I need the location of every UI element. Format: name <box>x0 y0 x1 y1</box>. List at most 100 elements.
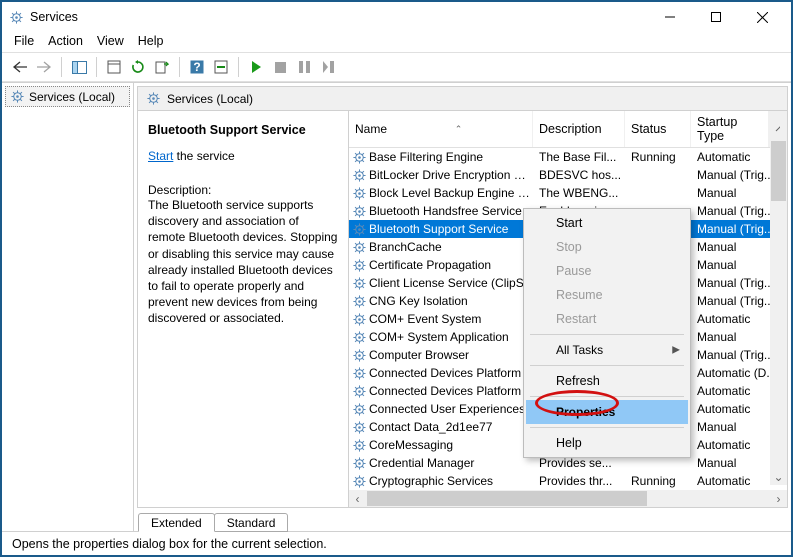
service-desc: Provides se... <box>533 456 625 470</box>
scroll-left-icon[interactable]: ‹ <box>349 490 366 507</box>
close-button[interactable] <box>739 3 785 31</box>
scroll-right-icon[interactable]: › <box>770 490 787 507</box>
gear-icon <box>349 438 367 453</box>
start-service-link[interactable]: Start <box>148 149 173 163</box>
content-area: Services (Local) Services (Local) Blueto… <box>2 82 791 531</box>
sort-asc-icon: ⌃ <box>391 124 526 135</box>
gear-icon <box>349 276 367 291</box>
service-name: CNG Key Isolation <box>367 294 533 308</box>
gear-icon <box>349 384 367 399</box>
ctx-refresh[interactable]: Refresh <box>526 369 688 393</box>
gear-icon <box>349 366 367 381</box>
menu-bar: File Action View Help <box>2 32 791 52</box>
vertical-scrollbar[interactable]: ⌄ <box>770 137 787 485</box>
pause-service-button[interactable] <box>292 55 316 79</box>
menu-action[interactable]: Action <box>48 34 83 48</box>
ctx-resume: Resume <box>526 283 688 307</box>
menu-help[interactable]: Help <box>138 34 164 48</box>
service-row[interactable]: Cryptographic ServicesProvides thr...Run… <box>349 472 787 490</box>
view-tabs: Extended Standard <box>134 511 791 532</box>
gear-icon <box>349 456 367 471</box>
horizontal-scrollbar[interactable]: ‹ › <box>349 490 787 507</box>
main-header-title: Services (Local) <box>167 92 253 106</box>
service-name: CoreMessaging <box>367 438 533 452</box>
description-text: The Bluetooth service supports discovery… <box>148 197 338 327</box>
title-bar: Services <box>2 2 791 32</box>
start-service-button[interactable] <box>244 55 268 79</box>
gear-icon <box>349 222 367 237</box>
description-pane: Bluetooth Support Service Start the serv… <box>138 111 348 507</box>
back-button[interactable] <box>8 55 32 79</box>
submenu-arrow-icon: ▶ <box>672 345 680 356</box>
gear-icon <box>349 258 367 273</box>
refresh-toolbar-button[interactable] <box>126 55 150 79</box>
col-description[interactable]: Description <box>533 111 625 147</box>
col-status[interactable]: Status <box>625 111 691 147</box>
service-row[interactable]: BitLocker Drive Encryption Se...BDESVC h… <box>349 166 787 184</box>
start-suffix: the service <box>173 149 234 163</box>
service-name: Connected Devices Platform <box>367 384 533 398</box>
ctx-pause: Pause <box>526 259 688 283</box>
service-name: Bluetooth Handsfree Service <box>367 204 533 218</box>
maximize-button[interactable] <box>693 3 739 31</box>
service-row[interactable]: Base Filtering EngineThe Base Fil...Runn… <box>349 148 787 166</box>
gear-icon <box>349 330 367 345</box>
scroll-down-icon[interactable]: ⌄ <box>770 468 787 485</box>
gear-icon <box>349 312 367 327</box>
tab-standard[interactable]: Standard <box>214 513 289 532</box>
gear-icon <box>349 168 367 183</box>
service-name: Connected User Experiences <box>367 402 533 416</box>
col-name[interactable]: Name⌃ <box>349 111 533 147</box>
tree-root-item[interactable]: Services (Local) <box>5 86 130 107</box>
ctx-properties[interactable]: Properties <box>526 400 688 424</box>
restart-service-button[interactable] <box>316 55 340 79</box>
service-name: COM+ Event System <box>367 312 533 326</box>
service-name: Certificate Propagation <box>367 258 533 272</box>
description-label: Description: <box>148 183 338 197</box>
ctx-stop: Stop <box>526 235 688 259</box>
service-desc: Provides thr... <box>533 474 625 488</box>
status-bar: Opens the properties dialog box for the … <box>2 531 791 555</box>
vscroll-thumb[interactable] <box>771 141 786 201</box>
service-list: Name⌃ Description Status Startup Type Ba… <box>348 111 787 507</box>
gear-icon <box>349 204 367 219</box>
menu-file[interactable]: File <box>14 34 34 48</box>
gear-icon <box>349 474 367 489</box>
ctx-help[interactable]: Help <box>526 431 688 455</box>
export-list-button[interactable] <box>150 55 174 79</box>
service-name: BranchCache <box>367 240 533 254</box>
svg-text:?: ? <box>193 60 200 74</box>
menu-view[interactable]: View <box>97 34 124 48</box>
show-hide-tree-button[interactable] <box>67 55 91 79</box>
ctx-start[interactable]: Start <box>526 211 688 235</box>
context-menu: Start Stop Pause Resume Restart All Task… <box>523 208 691 458</box>
tree-pane: Services (Local) <box>2 83 134 531</box>
service-row[interactable]: Block Level Backup Engine Se...The WBENG… <box>349 184 787 202</box>
help-toolbar-button[interactable]: ? <box>185 55 209 79</box>
stop-service-button[interactable] <box>268 55 292 79</box>
column-headers: Name⌃ Description Status Startup Type <box>349 111 787 148</box>
ctx-all-tasks[interactable]: All Tasks▶ <box>526 338 688 362</box>
service-name: Client License Service (ClipSV <box>367 276 533 290</box>
service-name: COM+ System Application <box>367 330 533 344</box>
service-name: Base Filtering Engine <box>367 150 533 164</box>
tab-extended[interactable]: Extended <box>138 513 215 532</box>
service-status: Running <box>625 474 691 488</box>
main-header: Services (Local) <box>138 87 787 111</box>
service-desc: BDESVC hos... <box>533 168 625 182</box>
toolbar: ? <box>2 52 791 82</box>
gear-icon <box>349 186 367 201</box>
hscroll-thumb[interactable] <box>367 491 647 506</box>
tree-root-label: Services (Local) <box>29 90 115 104</box>
app-icon <box>8 9 24 25</box>
forward-button[interactable] <box>32 55 56 79</box>
ctx-restart: Restart <box>526 307 688 331</box>
gear-icon <box>349 150 367 165</box>
action-toolbar-button[interactable] <box>209 55 233 79</box>
minimize-button[interactable] <box>647 3 693 31</box>
col-startup[interactable]: Startup Type <box>691 111 769 147</box>
properties-toolbar-button[interactable] <box>102 55 126 79</box>
service-name: Cryptographic Services <box>367 474 533 488</box>
gear-icon <box>349 240 367 255</box>
service-name: BitLocker Drive Encryption Se... <box>367 168 533 182</box>
